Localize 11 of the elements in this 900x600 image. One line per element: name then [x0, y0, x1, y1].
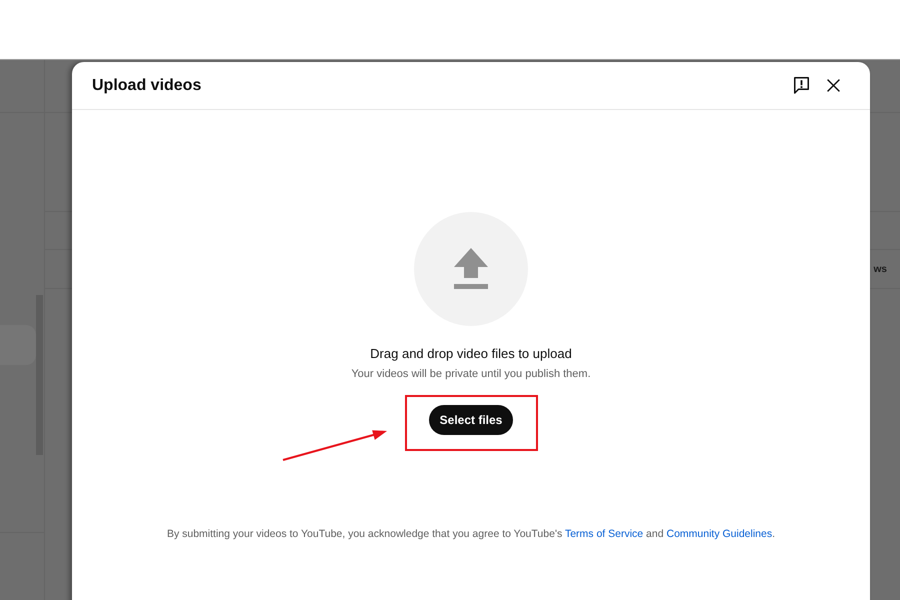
legal-link[interactable]: Terms of Service — [564, 528, 644, 540]
legal-notice: By submitting your videos to YouTube, you acknowledge that you agree to YouTube's Terms of Service and Community Guidelines. — [166, 527, 776, 541]
scrollbar-thumb[interactable] — [36, 295, 43, 455]
legal-link[interactable]: Community Guidelines — [666, 528, 772, 540]
select-files-button[interactable]: Select files — [429, 405, 513, 435]
drop-prompt: Drag and drop video files to upload — [370, 346, 572, 362]
close-icon — [826, 79, 840, 92]
column-heading: ws — [874, 262, 887, 276]
dialog-title: Upload videos — [92, 76, 202, 96]
privacy-note: Your videos will be private until you publish them. — [351, 367, 591, 381]
feedback-icon — [794, 77, 808, 94]
